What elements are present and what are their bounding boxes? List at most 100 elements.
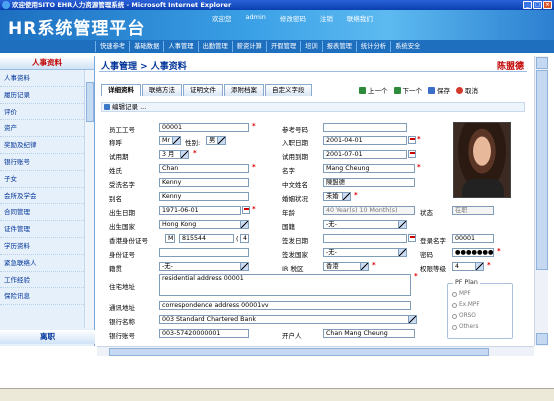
pf-option-others[interactable]: Others: [452, 324, 478, 330]
required-mark: *: [252, 205, 256, 213]
correspondence-address-label: 通讯地址: [109, 304, 135, 312]
tax-area-select[interactable]: 香港: [323, 262, 369, 271]
native-place-select[interactable]: -无-: [159, 262, 249, 271]
issue-country-label: 签发国家: [282, 251, 308, 259]
sidebar-scrollbar[interactable]: [84, 70, 94, 328]
calendar-icon[interactable]: [408, 234, 416, 242]
sidebar-item-personnel[interactable]: 人事资料: [0, 70, 94, 87]
age-label: 年龄: [282, 209, 295, 217]
tab-custom-fields[interactable]: 自定义字段: [265, 84, 312, 96]
maximize-button[interactable]: □: [533, 1, 542, 9]
correspondence-address-input[interactable]: correspondence address 00001vv: [159, 301, 411, 310]
sidebar-item-certificates[interactable]: 证件管理: [0, 221, 94, 238]
nav-statistics[interactable]: 统计分析: [355, 41, 390, 52]
nav-attendance[interactable]: 出勤管理: [197, 41, 232, 52]
status-display: 在职: [452, 206, 494, 215]
hkid-prefix-input[interactable]: M: [165, 234, 175, 243]
sidebar-scroll-thumb[interactable]: [86, 82, 94, 122]
nav-training[interactable]: 培训: [300, 41, 322, 52]
sidebar-item-evaluation[interactable]: 评价: [0, 104, 94, 121]
save-button[interactable]: 保存: [428, 85, 450, 95]
probation-end-input[interactable]: 2001-07-01: [323, 150, 407, 159]
nationality-select[interactable]: -无-: [323, 220, 407, 229]
tab-attachments[interactable]: 添附档案: [224, 84, 264, 96]
main-vertical-scrollbar[interactable]: [534, 56, 548, 346]
sidebar-item-history[interactable]: 履历记录: [0, 87, 94, 104]
issue-country-select[interactable]: -无-: [323, 248, 407, 257]
sidebar-item-contracts[interactable]: 合同管理: [0, 204, 94, 222]
sidebar-item-assets[interactable]: 资产: [0, 120, 94, 138]
main-horizontal-scrollbar[interactable]: [97, 346, 534, 356]
sidebar-item-emergency[interactable]: 紧急联络人: [0, 255, 94, 272]
alias-label: 别名: [109, 195, 122, 203]
tab-documents[interactable]: 证明文件: [183, 84, 223, 96]
marital-label: 婚姻状况: [282, 195, 308, 203]
pf-option-orso[interactable]: ORSO: [452, 313, 476, 319]
ref-no-input[interactable]: [323, 123, 407, 132]
residential-address-input[interactable]: residential address 00001: [159, 274, 411, 296]
calendar-icon[interactable]: [408, 136, 416, 144]
surname-input[interactable]: Chan: [159, 164, 249, 173]
tab-contact[interactable]: 联络方法: [142, 84, 182, 96]
sidebar-item-children[interactable]: 子女: [0, 171, 94, 188]
nav-security[interactable]: 系统安全: [390, 41, 424, 52]
sidebar-item-bank[interactable]: 银行账号: [0, 154, 94, 171]
sidebar-item-education[interactable]: 学历资料: [0, 238, 94, 255]
id-no-input[interactable]: [159, 248, 249, 257]
minimize-button[interactable]: _: [523, 1, 532, 9]
sidebar-footer-resigned[interactable]: 离职: [0, 330, 95, 344]
sidebar-item-insurance[interactable]: 保险讯息: [0, 288, 94, 306]
nav-leave[interactable]: 开假管理: [265, 41, 300, 52]
hkid-check-input[interactable]: 4: [240, 234, 249, 243]
scroll-up-button[interactable]: [536, 57, 548, 69]
login-input[interactable]: 00001: [452, 234, 494, 243]
gender-select[interactable]: 男: [206, 136, 226, 145]
probation-select[interactable]: 3 月: [159, 150, 189, 159]
nav-payroll[interactable]: 薪资计算: [231, 41, 266, 52]
scroll-thumb[interactable]: [536, 70, 548, 270]
birth-country-select[interactable]: Hong Kong: [159, 220, 249, 229]
pf-option-mpf[interactable]: MPF: [452, 291, 471, 297]
required-mark: *: [193, 149, 197, 157]
calendar-icon[interactable]: [408, 150, 416, 158]
hscroll-thumb[interactable]: [109, 348, 489, 356]
chinese-name-input[interactable]: 陳盟德: [323, 178, 415, 187]
permission-level-select[interactable]: 4: [452, 262, 484, 271]
nav-base-data[interactable]: 基础数据: [129, 41, 163, 52]
scroll-down-button[interactable]: [536, 333, 548, 345]
prev-button[interactable]: 上一个: [359, 85, 388, 95]
alias-input[interactable]: Kenny: [159, 192, 249, 201]
change-password-link[interactable]: 修改密码: [280, 13, 306, 23]
calendar-icon[interactable]: [242, 206, 250, 214]
logout-link[interactable]: 注销: [320, 13, 333, 23]
hkid-number-input[interactable]: 815544: [179, 234, 234, 243]
contact-link[interactable]: 联络我们: [347, 13, 373, 23]
cancel-icon: [456, 86, 463, 94]
cancel-button[interactable]: 取消: [456, 85, 478, 95]
nav-reports[interactable]: 报表管理: [321, 41, 356, 52]
bank-name-select[interactable]: 003 Standard Chartered Bank: [159, 315, 417, 324]
age-display: 40 Year(s) 10 Month(s): [323, 206, 415, 215]
issue-date-input[interactable]: [323, 234, 407, 243]
next-button[interactable]: 下一个: [393, 85, 422, 95]
password-input[interactable]: ●●●●●●●●: [452, 248, 494, 257]
nav-personnel[interactable]: 人事管理: [163, 41, 197, 52]
pf-plan-title: PF Plan: [453, 279, 480, 286]
close-button[interactable]: ×: [543, 1, 552, 9]
bank-account-input[interactable]: 003-57420000001: [159, 329, 249, 338]
sidebar-item-experience[interactable]: 工作经验: [0, 272, 94, 289]
tab-details[interactable]: 详细资料: [101, 84, 141, 96]
marital-select[interactable]: 未婚: [323, 192, 351, 201]
hire-date-input[interactable]: 2001-04-01: [323, 136, 407, 145]
nav-quick-ref[interactable]: 快速参考: [95, 41, 129, 52]
dob-input[interactable]: 1971-06-01: [159, 206, 241, 215]
english-name-label: 受洗名字: [109, 181, 135, 189]
title-select[interactable]: Mr: [159, 136, 181, 145]
english-name-input[interactable]: Kenny: [159, 178, 249, 187]
pf-option-ex-mpf[interactable]: Ex.MPF: [452, 302, 480, 308]
account-holder-input[interactable]: Chan Mang Cheung: [323, 329, 415, 338]
sidebar-item-clubs[interactable]: 会所及学会: [0, 188, 94, 205]
emp-no-input[interactable]: 00001: [159, 123, 249, 132]
sidebar-item-rewards[interactable]: 奖励及纪律: [0, 137, 94, 154]
given-name-input[interactable]: Mang Cheung: [323, 164, 415, 173]
